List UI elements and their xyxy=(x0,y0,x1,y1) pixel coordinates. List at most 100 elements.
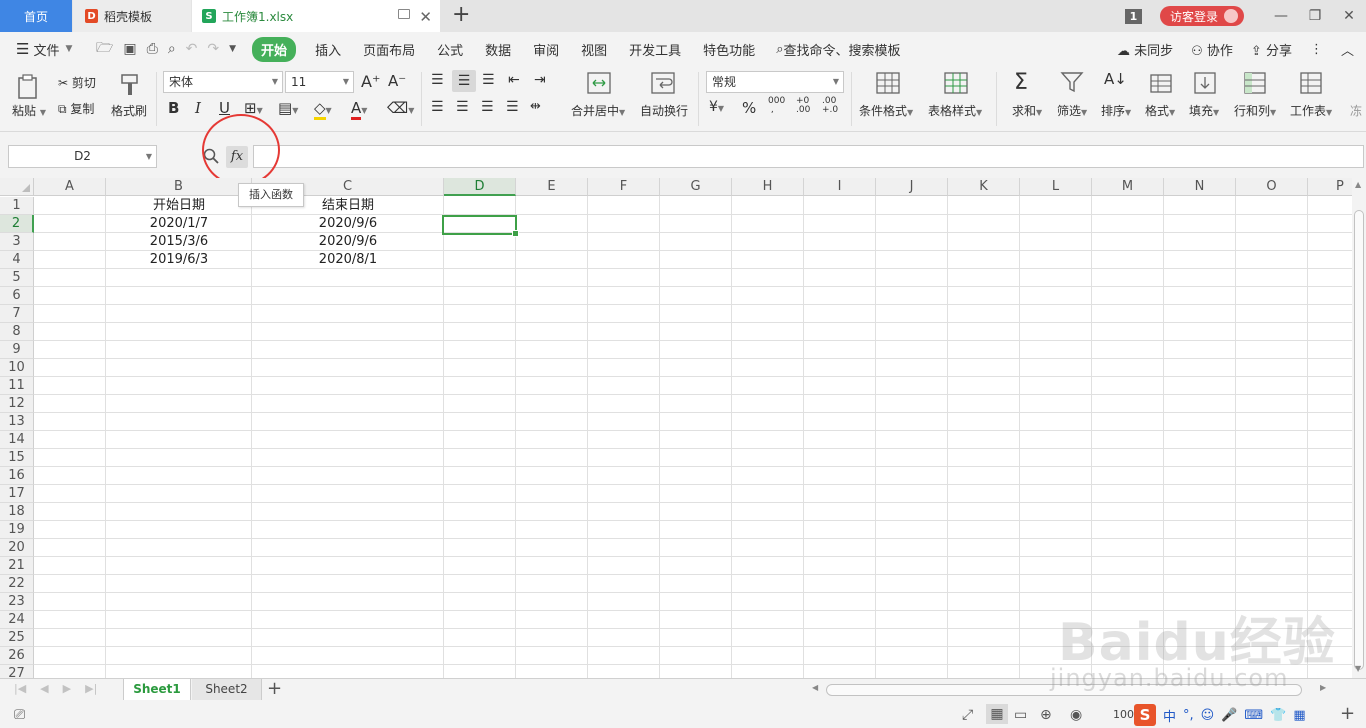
col-header-b[interactable]: B xyxy=(106,178,252,196)
first-sheet-icon[interactable]: |◀ xyxy=(14,682,26,695)
undo-icon[interactable]: ↶ xyxy=(186,41,198,57)
increase-font-icon[interactable]: A⁺ xyxy=(361,72,380,91)
col-header-j[interactable]: J xyxy=(876,178,948,196)
sort-icon[interactable]: A↓ xyxy=(1104,70,1127,88)
percent-icon[interactable]: % xyxy=(742,99,756,117)
font-size-select[interactable]: 11 ▼ xyxy=(285,71,354,93)
col-header-n[interactable]: N xyxy=(1164,178,1236,196)
customize-icon[interactable]: ▼ xyxy=(229,44,236,54)
table-style-button[interactable]: 表格样式▼ xyxy=(928,102,982,119)
skin-icon[interactable]: 👕 xyxy=(1270,708,1286,723)
copy-button[interactable]: ⧉ 复制 xyxy=(58,100,94,117)
close-tab-icon[interactable]: ✕ xyxy=(419,8,432,26)
font-name-select[interactable]: 宋体 ▼ xyxy=(163,71,283,93)
row-header[interactable]: 1 xyxy=(0,197,34,215)
row-header[interactable]: 18 xyxy=(0,503,34,521)
cell-b1[interactable]: 开始日期 xyxy=(106,197,252,215)
italic-icon[interactable]: I xyxy=(195,99,201,117)
minimize-icon[interactable]: — xyxy=(1264,8,1298,24)
spreadsheet-grid[interactable]: A B C D E F G H I J K L M N O P 1 2 3 4 … xyxy=(0,178,1352,678)
table-style-icon[interactable] xyxy=(944,72,968,97)
merge-center-button[interactable]: 合并居中▼ xyxy=(571,102,625,119)
fill-icon[interactable] xyxy=(1194,72,1216,97)
freeze-button[interactable]: 冻 xyxy=(1350,102,1362,119)
row-header[interactable]: 2 xyxy=(0,215,34,233)
row-header[interactable]: 17 xyxy=(0,485,34,503)
new-tab-button[interactable]: + xyxy=(452,3,470,27)
print-preview-icon[interactable]: ⎙ xyxy=(147,41,158,57)
distribute-icon[interactable]: ⇹ xyxy=(530,99,541,114)
emoji-icon[interactable]: ☺ xyxy=(1201,708,1215,723)
fill-color-icon[interactable]: ◇▼ xyxy=(314,99,332,120)
scroll-down-icon[interactable]: ▼ xyxy=(1355,664,1361,673)
row-header[interactable]: 26 xyxy=(0,647,34,665)
sogou-logo-icon[interactable]: S xyxy=(1134,704,1156,726)
format-painter-button[interactable]: 格式刷 xyxy=(111,102,147,119)
increase-indent-icon[interactable]: ⇥ xyxy=(534,72,546,88)
punctuation-icon[interactable]: °, xyxy=(1183,708,1194,723)
row-header[interactable]: 13 xyxy=(0,413,34,431)
page-layout-view-icon[interactable]: ▭ xyxy=(1014,707,1027,723)
paste-label[interactable]: 粘贴 ▼ xyxy=(12,102,46,119)
more-icon[interactable]: ⋮ xyxy=(1310,42,1323,57)
name-box[interactable]: D2 ▼ xyxy=(8,145,157,168)
col-header-k[interactable]: K xyxy=(948,178,1020,196)
cell-b4[interactable]: 2019/6/3 xyxy=(106,251,252,269)
zoom-level[interactable]: 100 xyxy=(1113,708,1134,721)
row-header[interactable]: 10 xyxy=(0,359,34,377)
selected-cell-d2[interactable] xyxy=(442,215,519,237)
formula-input[interactable] xyxy=(253,145,1364,168)
search-doc-icon[interactable]: ⌕ xyxy=(168,41,176,57)
redo-icon[interactable]: ↷ xyxy=(207,41,219,57)
horizontal-scrollbar[interactable]: ◀ ▶ xyxy=(806,682,1336,698)
row-header[interactable]: 5 xyxy=(0,269,34,287)
scroll-right-icon[interactable]: ▶ xyxy=(1320,683,1326,692)
macro-record-icon[interactable]: ⎚ xyxy=(14,707,25,723)
row-header[interactable]: 27 xyxy=(0,665,34,678)
merge-center-icon[interactable] xyxy=(587,72,611,97)
auto-wrap-icon[interactable] xyxy=(651,72,675,97)
filter-icon[interactable] xyxy=(1060,71,1084,96)
menu-page-layout[interactable]: 页面布局 xyxy=(363,40,415,59)
row-header[interactable]: 23 xyxy=(0,593,34,611)
row-header[interactable]: 11 xyxy=(0,377,34,395)
row-header[interactable]: 21 xyxy=(0,557,34,575)
mic-icon[interactable]: 🎤 xyxy=(1221,708,1237,723)
row-header[interactable]: 15 xyxy=(0,449,34,467)
menu-features[interactable]: 特色功能 xyxy=(703,40,755,59)
col-header-g[interactable]: G xyxy=(660,178,732,196)
menu-data[interactable]: 数据 xyxy=(485,40,511,59)
tab-template[interactable]: D 稻壳模板 xyxy=(73,0,191,32)
vertical-scroll-thumb[interactable] xyxy=(1354,210,1364,670)
menu-developer[interactable]: 开发工具 xyxy=(629,40,681,59)
close-window-icon[interactable]: ✕ xyxy=(1332,8,1366,24)
cell-c3[interactable]: 2020/9/6 xyxy=(252,233,444,251)
keyboard-icon[interactable]: ⌨ xyxy=(1244,708,1263,723)
last-sheet-icon[interactable]: ▶| xyxy=(85,682,97,695)
row-header[interactable]: 16 xyxy=(0,467,34,485)
thousands-icon[interactable]: 000 , xyxy=(768,97,785,115)
col-header-m[interactable]: M xyxy=(1092,178,1164,196)
menu-formula[interactable]: 公式 xyxy=(437,40,463,59)
col-header-i[interactable]: I xyxy=(804,178,876,196)
ime-mode[interactable]: 中 xyxy=(1163,706,1176,725)
collab-button[interactable]: ⚇ 协作 xyxy=(1191,40,1233,59)
fullscreen-icon[interactable]: ⤢ xyxy=(962,707,973,723)
next-sheet-icon[interactable]: ▶ xyxy=(63,682,71,695)
row-header[interactable]: 19 xyxy=(0,521,34,539)
horizontal-scroll-thumb[interactable] xyxy=(826,684,1302,696)
collapse-ribbon-icon[interactable]: ︿ xyxy=(1341,40,1354,59)
add-sheet-button[interactable]: + xyxy=(267,678,282,699)
window-count-badge[interactable]: 1 xyxy=(1124,8,1142,24)
align-top-icon[interactable]: ☰ xyxy=(431,72,444,88)
row-header[interactable]: 6 xyxy=(0,287,34,305)
cut-button[interactable]: ✂ 剪切 xyxy=(58,74,96,91)
font-color-icon[interactable]: A▼ xyxy=(351,99,367,120)
scroll-up-icon[interactable]: ▲ xyxy=(1355,180,1361,189)
row-col-button[interactable]: 行和列▼ xyxy=(1234,102,1276,119)
col-header-h[interactable]: H xyxy=(732,178,804,196)
col-header-d[interactable]: D xyxy=(444,178,516,196)
align-center-icon[interactable]: ☰ xyxy=(456,99,469,115)
increase-decimal-icon[interactable]: +0.00 xyxy=(796,97,810,115)
cell-c4[interactable]: 2020/8/1 xyxy=(252,251,444,269)
